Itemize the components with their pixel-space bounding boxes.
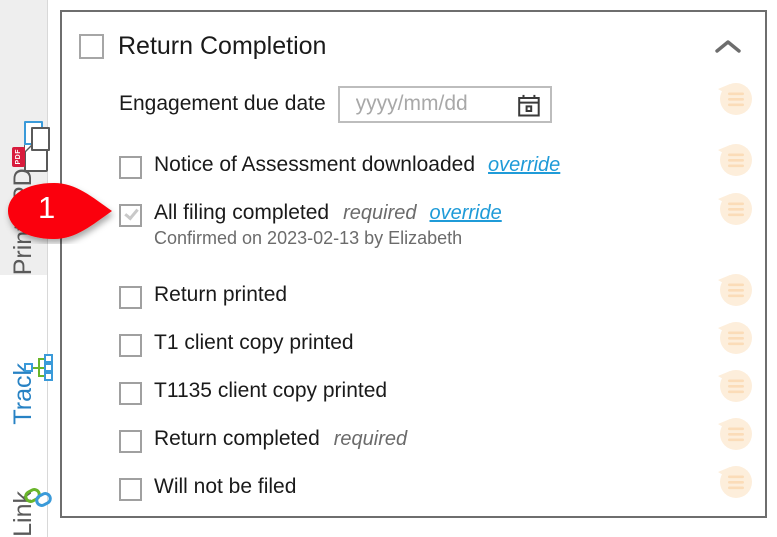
note-bubble-icon[interactable] [715,190,755,228]
required-marker: required [333,428,408,450]
note-bubble-icon[interactable] [715,415,755,453]
chevron-up-icon[interactable] [711,34,745,60]
note-bubble-icon[interactable] [715,141,755,179]
engagement-due-date-row: Engagement due date [62,80,765,128]
checklist-checkbox[interactable] [119,204,142,227]
checklist-label: All filing completed [154,201,330,224]
left-vertical-sidebar: Print / PDF PDF Track Link [0,0,54,537]
sidebar-item-track[interactable]: Track [0,275,53,425]
engagement-due-date-label: Engagement due date [119,92,326,115]
page-title: Return Completion [118,31,327,60]
panel-body: Engagement due date Notice of Assessment… [62,80,765,501]
checklist-row: T1135 client copy printed [62,379,765,405]
sidebar-item-track-label: Track [9,363,37,425]
checklist-checkbox[interactable] [119,156,142,179]
checklist-checkbox[interactable] [119,382,142,405]
checklist-label: Notice of Assessment downloaded [154,153,476,176]
checklist-label: Will not be filed [154,475,297,498]
checklist-row: Return completed required [62,427,765,453]
checklist-label: T1 client copy printed [154,331,354,354]
checklist-label: Return completed [154,427,320,450]
checklist-row: Notice of Assessment downloaded override [62,153,765,179]
engagement-due-date-field[interactable] [337,85,552,123]
checklist-row: All filing completed required override Conf… [62,201,765,249]
checklist-checkbox[interactable] [119,478,142,501]
note-bubble-icon[interactable] [715,319,755,357]
note-bubble-icon[interactable] [715,463,755,501]
override-link[interactable]: override [429,202,501,225]
checklist-row: T1 client copy printed [62,331,765,357]
checklist-checkbox[interactable] [119,334,142,357]
engagement-due-date-input[interactable] [353,91,503,117]
note-bubble-icon[interactable] [715,367,755,405]
checklist-checkbox[interactable] [119,430,142,453]
checklist-row: Return printed [62,283,765,309]
sidebar-item-print-pdf[interactable]: Print / PDF PDF [0,0,50,275]
override-link[interactable]: override [488,154,560,177]
sidebar-item-link[interactable]: Link [0,425,54,537]
required-marker: required [343,202,417,224]
calendar-icon[interactable] [517,94,540,117]
checklist-label: Return printed [154,283,288,306]
confirmation-text: Confirmed on 2023-02-13 by Elizabeth [154,228,463,249]
return-completion-header-checkbox[interactable] [79,33,104,59]
panel-header: Return Completion [62,12,765,80]
checklist-row: Will not be filed [62,475,765,501]
return-completion-panel: Return Completion Engagement due date yy… [60,10,767,518]
checklist-checkbox[interactable] [119,286,142,309]
checklist-label: T1135 client copy printed [154,379,388,402]
note-bubble-icon[interactable] [715,271,755,309]
note-bubble-icon[interactable] [715,80,755,118]
